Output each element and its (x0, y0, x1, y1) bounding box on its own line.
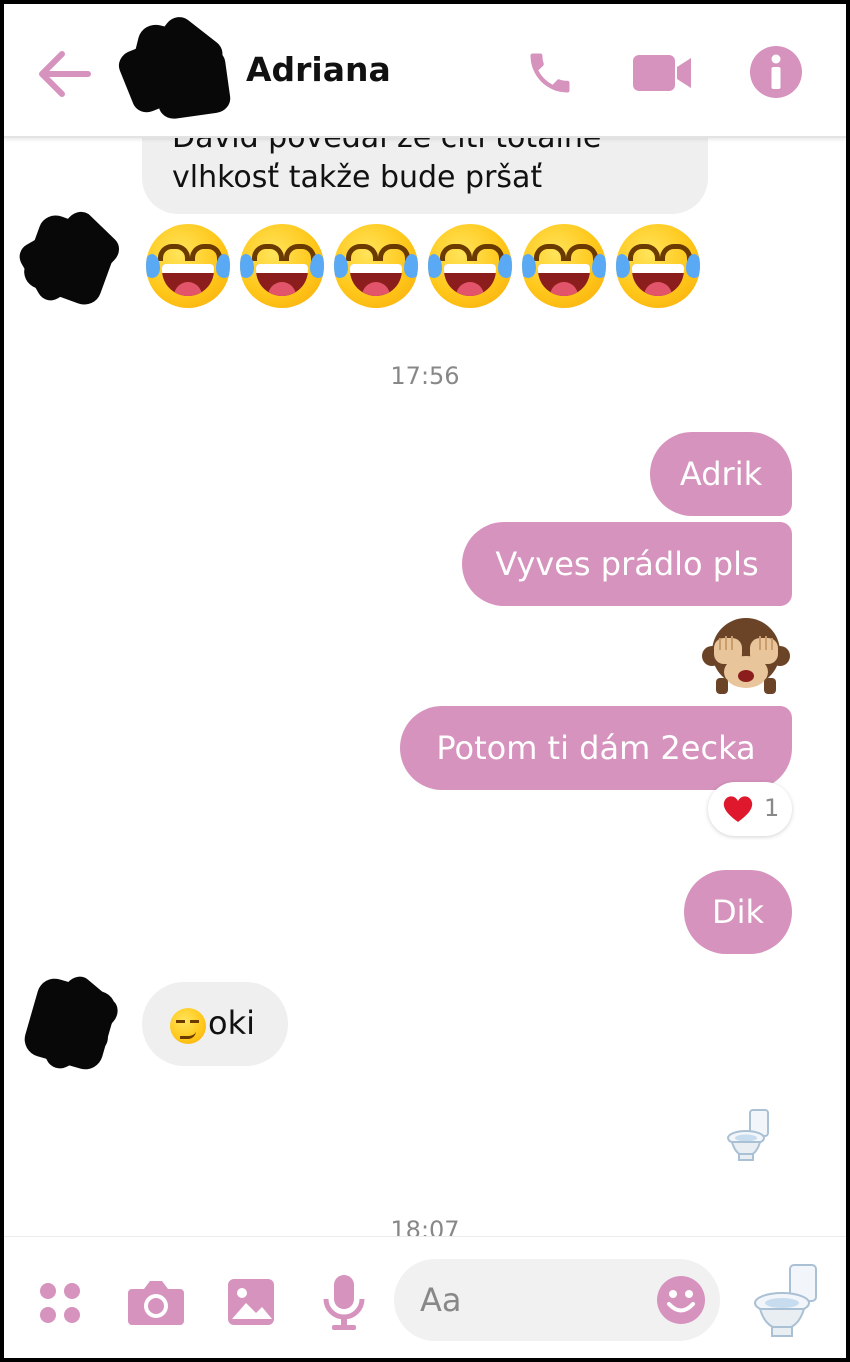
tears-of-joy-emoji (240, 224, 324, 308)
reaction-count: 1 (764, 794, 780, 822)
video-camera-icon[interactable] (632, 48, 694, 98)
contact-avatar[interactable] (114, 11, 233, 122)
toilet-icon[interactable] (752, 1263, 822, 1339)
reaction-badge[interactable]: 1 (708, 782, 792, 836)
emoji-message[interactable] (142, 222, 712, 312)
see-no-evil-monkey-emoji[interactable] (702, 612, 790, 700)
smiley-icon[interactable] (656, 1275, 706, 1325)
outgoing-message[interactable]: Vyves prádlo pls (462, 522, 792, 606)
tears-of-joy-emoji (522, 224, 606, 308)
camera-icon[interactable] (128, 1277, 184, 1327)
outgoing-message[interactable]: Dik (684, 870, 792, 954)
microphone-icon[interactable] (322, 1273, 366, 1331)
contact-name[interactable]: Adriana (246, 50, 391, 89)
timestamp: 17:56 (390, 362, 460, 390)
image-icon[interactable] (226, 1277, 276, 1327)
sender-avatar[interactable] (20, 970, 124, 1074)
chat-header: Adriana (4, 4, 846, 138)
menu-dots-icon[interactable] (38, 1281, 84, 1327)
message-text: oki (208, 1004, 255, 1042)
incoming-message[interactable]: oki (142, 982, 288, 1066)
smirking-face-emoji (170, 1008, 206, 1044)
outgoing-message[interactable]: Adrik (650, 432, 792, 516)
sender-avatar[interactable] (14, 206, 125, 310)
outgoing-message[interactable]: Potom ti dám 2ecka (400, 706, 792, 790)
chat-screen: Adriana Dávid povedal že cíti totálne vl… (4, 4, 846, 1358)
tears-of-joy-emoji (146, 224, 230, 308)
tears-of-joy-emoji (428, 224, 512, 308)
message-line: vlhkosť takže bude pršať (172, 160, 543, 195)
heart-icon (723, 796, 753, 822)
info-icon[interactable] (748, 44, 804, 100)
phone-icon[interactable] (520, 42, 580, 104)
composer-bar (4, 1236, 846, 1358)
toilet-sticker[interactable] (726, 1108, 772, 1162)
tears-of-joy-emoji (334, 224, 418, 308)
tears-of-joy-emoji (616, 224, 700, 308)
message-input[interactable] (418, 1279, 642, 1321)
back-arrow-icon[interactable] (32, 42, 96, 106)
message-input-box[interactable] (394, 1259, 720, 1341)
